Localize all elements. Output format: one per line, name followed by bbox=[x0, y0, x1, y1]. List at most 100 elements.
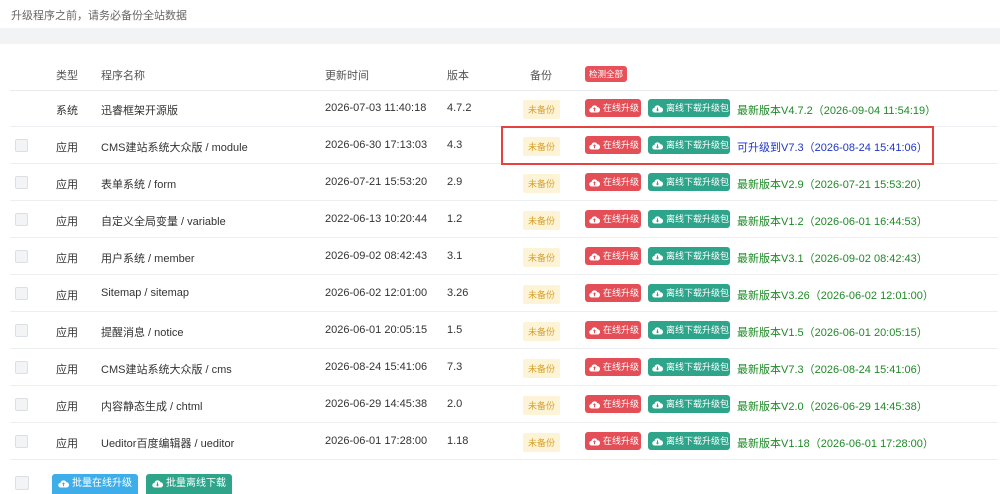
online-upgrade-button[interactable]: 在线升级 bbox=[585, 210, 641, 228]
version-status: 最新版本V1.2（2026-06-01 16:44:53） bbox=[737, 216, 928, 228]
online-upgrade-label: 在线升级 bbox=[603, 399, 640, 409]
row-checkbox[interactable] bbox=[15, 435, 28, 448]
offline-download-button[interactable]: 离线下载升级包 bbox=[648, 395, 730, 413]
row-checkbox[interactable] bbox=[15, 213, 28, 226]
row-checkbox[interactable] bbox=[15, 324, 28, 337]
row-update-time: 2026-06-01 17:28:00 bbox=[325, 435, 428, 447]
header-version: 版本 bbox=[447, 70, 469, 82]
not-backed-up-badge: 未备份 bbox=[523, 248, 561, 267]
offline-download-button[interactable]: 离线下载升级包 bbox=[648, 173, 730, 191]
cloud-upload-icon bbox=[589, 104, 600, 113]
offline-download-label: 离线下载升级包 bbox=[666, 251, 730, 261]
row-checkbox[interactable] bbox=[15, 139, 28, 152]
row-update-time: 2026-06-29 14:45:38 bbox=[325, 398, 428, 410]
header-time: 更新时间 bbox=[325, 70, 369, 82]
offline-download-label: 离线下载升级包 bbox=[666, 103, 730, 113]
online-upgrade-button[interactable]: 在线升级 bbox=[585, 99, 641, 117]
offline-download-label: 离线下载升级包 bbox=[666, 399, 730, 409]
cloud-upload-icon bbox=[589, 252, 600, 261]
row-checkbox[interactable] bbox=[15, 361, 28, 374]
cloud-upload-icon bbox=[589, 215, 600, 224]
online-upgrade-button[interactable]: 在线升级 bbox=[585, 284, 641, 302]
offline-download-button[interactable]: 离线下载升级包 bbox=[648, 358, 730, 376]
table-row: 应用 内容静态生成 / chtml 2026-06-29 14:45:38 2.0 未备… bbox=[0, 386, 1000, 423]
online-upgrade-button[interactable]: 在线升级 bbox=[585, 395, 641, 413]
row-type: 应用 bbox=[56, 327, 78, 339]
online-upgrade-label: 在线升级 bbox=[603, 177, 640, 187]
row-update-time: 2026-09-02 08:42:43 bbox=[325, 250, 428, 262]
row-version: 7.3 bbox=[447, 361, 463, 373]
offline-download-button[interactable]: 离线下载升级包 bbox=[648, 432, 730, 450]
row-version: 1.18 bbox=[447, 435, 469, 447]
row-version: 3.1 bbox=[447, 250, 463, 262]
row-type: 应用 bbox=[56, 216, 78, 228]
online-upgrade-label: 在线升级 bbox=[603, 214, 640, 224]
row-type: 系统 bbox=[56, 105, 78, 117]
row-program-name: CMS建站系统大众版 / module bbox=[101, 142, 248, 154]
offline-download-button[interactable]: 离线下载升级包 bbox=[648, 210, 730, 228]
row-checkbox[interactable] bbox=[15, 287, 28, 300]
cloud-upload-icon bbox=[589, 437, 600, 446]
online-upgrade-button[interactable]: 在线升级 bbox=[585, 358, 641, 376]
row-checkbox[interactable] bbox=[15, 176, 28, 189]
offline-download-button[interactable]: 离线下载升级包 bbox=[648, 284, 730, 302]
row-type: 应用 bbox=[56, 179, 78, 191]
offline-download-label: 离线下载升级包 bbox=[666, 177, 730, 187]
row-program-name: 表单系统 / form bbox=[101, 179, 177, 191]
online-upgrade-label: 在线升级 bbox=[603, 288, 640, 298]
offline-download-button[interactable]: 离线下载升级包 bbox=[648, 247, 730, 265]
cloud-upload-icon bbox=[58, 479, 69, 488]
table-row: 应用 表单系统 / form 2026-07-21 15:53:20 2.9 未备份 在线… bbox=[0, 164, 1000, 201]
row-program-name: 自定义全局变量 / variable bbox=[101, 216, 226, 228]
cloud-download-icon bbox=[152, 479, 163, 488]
version-status: 最新版本V1.5（2026-06-01 20:05:15） bbox=[737, 327, 928, 339]
row-version: 2.0 bbox=[447, 398, 463, 410]
cloud-upload-icon bbox=[589, 400, 600, 409]
row-update-time: 2026-07-21 15:53:20 bbox=[325, 176, 428, 188]
row-type: 应用 bbox=[56, 438, 78, 450]
cloud-download-icon bbox=[652, 178, 663, 187]
backup-notice: 升级程序之前，请务必备份全站数据 bbox=[11, 10, 187, 22]
header-name: 程序名称 bbox=[101, 70, 145, 82]
version-status: 最新版本V3.1（2026-09-02 08:42:43） bbox=[737, 253, 928, 265]
bulk-offline-download-button[interactable]: 批量离线下载 bbox=[146, 474, 232, 494]
not-backed-up-badge: 未备份 bbox=[523, 433, 561, 452]
version-status: 最新版本V7.3（2026-08-24 15:41:06） bbox=[737, 364, 928, 376]
select-all-checkbox[interactable] bbox=[15, 476, 29, 490]
online-upgrade-button[interactable]: 在线升级 bbox=[585, 432, 641, 450]
online-upgrade-button[interactable]: 在线升级 bbox=[585, 173, 641, 191]
row-version: 1.5 bbox=[447, 324, 463, 336]
table-row: 应用 提醒消息 / notice 2026-06-01 20:05:15 1.5 未备份… bbox=[0, 312, 1000, 349]
row-version: 2.9 bbox=[447, 176, 463, 188]
header-type: 类型 bbox=[56, 70, 78, 82]
cloud-upload-icon bbox=[589, 178, 600, 187]
cloud-download-icon bbox=[652, 437, 663, 446]
row-version: 3.26 bbox=[447, 287, 469, 299]
online-upgrade-button[interactable]: 在线升级 bbox=[585, 247, 641, 265]
row-update-time: 2026-08-24 15:41:06 bbox=[325, 361, 428, 373]
row-program-name: 迅睿框架开源版 bbox=[101, 105, 178, 117]
offline-download-button[interactable]: 离线下载升级包 bbox=[648, 99, 730, 117]
table-row: 应用 用户系统 / member 2026-09-02 08:42:43 3.1 未备份… bbox=[0, 238, 1000, 275]
version-status: 最新版本V3.26（2026-06-02 12:01:00） bbox=[737, 290, 934, 302]
not-backed-up-badge: 未备份 bbox=[523, 174, 561, 193]
offline-download-label: 离线下载升级包 bbox=[666, 288, 730, 298]
row-update-time: 2026-07-03 11:40:18 bbox=[325, 102, 427, 114]
offline-download-label: 离线下载升级包 bbox=[666, 325, 730, 335]
row-version: 4.7.2 bbox=[447, 102, 472, 114]
row-checkbox[interactable] bbox=[15, 250, 28, 263]
cloud-download-icon bbox=[652, 326, 663, 335]
row-checkbox[interactable] bbox=[15, 398, 28, 411]
not-backed-up-badge: 未备份 bbox=[523, 322, 561, 341]
check-all-button[interactable]: 检测全部 bbox=[585, 66, 628, 82]
online-upgrade-button[interactable]: 在线升级 bbox=[585, 321, 641, 339]
row-program-name: 内容静态生成 / chtml bbox=[101, 401, 203, 413]
bulk-online-upgrade-button[interactable]: 批量在线升级 bbox=[52, 474, 138, 494]
row-type: 应用 bbox=[56, 290, 78, 302]
version-status: 最新版本V4.7.2（2026-09-04 11:54:19） bbox=[737, 105, 937, 117]
offline-download-button[interactable]: 离线下载升级包 bbox=[648, 321, 730, 339]
row-divider bbox=[10, 459, 998, 460]
row-update-time: 2026-06-02 12:01:00 bbox=[325, 287, 428, 299]
cloud-download-icon bbox=[652, 104, 663, 113]
table-row: 应用 CMS建站系统大众版 / cms 2026-08-24 15:41:06 7.3… bbox=[0, 349, 1000, 386]
